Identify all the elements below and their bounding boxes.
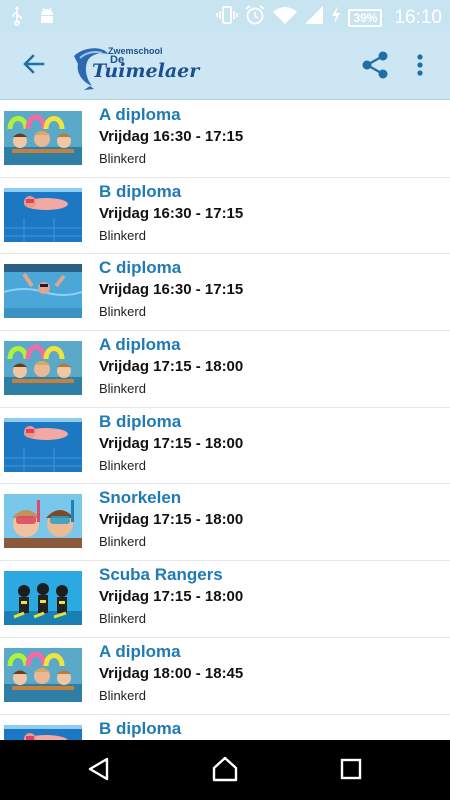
lesson-location: Blinkerd bbox=[99, 381, 146, 397]
lesson-thumbnail bbox=[4, 724, 82, 740]
more-vert-icon bbox=[416, 53, 424, 82]
lesson-location: Blinkerd bbox=[99, 687, 146, 703]
charging-icon bbox=[330, 5, 342, 30]
lesson-title: Snorkelen bbox=[99, 488, 182, 508]
nav-recents-button[interactable] bbox=[336, 756, 366, 786]
usb-icon bbox=[10, 6, 24, 31]
lesson-row[interactable]: B diploma Vrijdag 17:15 - 18:00 Blinkerd bbox=[0, 408, 450, 485]
lesson-title: B diploma bbox=[99, 718, 182, 738]
lesson-row[interactable]: A diploma Vrijdag 17:15 - 18:00 Blinkerd bbox=[0, 331, 450, 408]
logo-name: Tuimelaer bbox=[92, 60, 200, 82]
share-button[interactable] bbox=[356, 48, 394, 86]
lesson-thumbnail bbox=[4, 187, 82, 242]
school-logo: Zwemschool De Tuimelaer bbox=[70, 42, 199, 92]
arrow-left-icon bbox=[22, 52, 46, 81]
lesson-location: Blinkerd bbox=[99, 611, 146, 627]
app-bar: Zwemschool De Tuimelaer bbox=[0, 32, 450, 100]
lesson-thumbnail bbox=[4, 494, 82, 549]
status-time: 16:10 bbox=[394, 6, 442, 28]
recents-icon bbox=[339, 757, 363, 786]
lesson-time: Vrijdag 16:30 - 17:15 bbox=[99, 281, 244, 299]
back-triangle-icon bbox=[86, 756, 112, 787]
lesson-title: A diploma bbox=[99, 641, 181, 661]
lesson-row[interactable]: A diploma Vrijdag 16:30 - 17:15 Blinkerd bbox=[0, 101, 450, 178]
vibrate-icon bbox=[216, 5, 239, 30]
home-icon bbox=[211, 756, 239, 787]
back-button[interactable] bbox=[14, 48, 54, 84]
lesson-time: Vrijdag 17:15 - 18:00 bbox=[99, 511, 244, 529]
nav-back-button[interactable] bbox=[84, 756, 114, 786]
android-icon bbox=[38, 6, 56, 31]
lesson-time: Vrijdag 17:15 - 18:00 bbox=[99, 358, 244, 376]
lesson-location: Blinkerd bbox=[99, 227, 146, 243]
lesson-row[interactable]: B diploma bbox=[0, 715, 450, 740]
lesson-row[interactable]: Snorkelen Vrijdag 17:15 - 18:00 Blinkerd bbox=[0, 484, 450, 562]
lesson-location: Blinkerd bbox=[99, 151, 146, 166]
lesson-title: B diploma bbox=[99, 181, 182, 201]
share-icon bbox=[360, 50, 390, 85]
lesson-thumbnail bbox=[4, 571, 82, 626]
lesson-list[interactable]: A diploma Vrijdag 16:30 - 17:15 Blinkerd B … bbox=[0, 101, 450, 740]
lesson-row[interactable]: B diploma Vrijdag 16:30 - 17:15 Blinkerd bbox=[0, 178, 450, 255]
lesson-time: Vrijdag 16:30 - 17:15 bbox=[99, 128, 244, 145]
lesson-thumbnail bbox=[4, 647, 82, 702]
lesson-thumbnail bbox=[4, 417, 82, 472]
lesson-title: A diploma bbox=[99, 335, 181, 355]
lesson-time: Vrijdag 16:30 - 17:15 bbox=[99, 204, 244, 222]
lesson-thumbnail bbox=[4, 264, 82, 319]
lesson-thumbnail bbox=[4, 341, 82, 396]
navigation-bar bbox=[0, 740, 450, 800]
lesson-title: C diploma bbox=[99, 258, 182, 278]
lesson-title: B diploma bbox=[99, 411, 182, 431]
lesson-row[interactable]: C diploma Vrijdag 16:30 - 17:15 Blinkerd bbox=[0, 254, 450, 332]
more-options-button[interactable] bbox=[408, 48, 432, 86]
lesson-location: Blinkerd bbox=[99, 534, 146, 550]
lesson-location: Blinkerd bbox=[99, 304, 146, 320]
lesson-time: Vrijdag 17:15 - 18:00 bbox=[99, 434, 244, 452]
lesson-title: A diploma bbox=[99, 105, 181, 124]
signal-icon bbox=[304, 5, 324, 30]
lesson-location: Blinkerd bbox=[99, 457, 146, 473]
lesson-time: Vrijdag 18:00 - 18:45 bbox=[99, 664, 244, 682]
nav-home-button[interactable] bbox=[210, 756, 240, 786]
alarm-icon bbox=[244, 4, 266, 31]
lesson-title: Scuba Rangers bbox=[99, 565, 223, 585]
status-bar: 39% 16:10 bbox=[0, 0, 450, 32]
lesson-row[interactable]: Scuba Rangers Vrijdag 17:15 - 18:00 Blinke… bbox=[0, 561, 450, 638]
wifi-icon bbox=[272, 5, 298, 30]
lesson-thumbnail bbox=[4, 111, 82, 165]
lesson-time: Vrijdag 17:15 - 18:00 bbox=[99, 588, 244, 606]
battery-indicator: 39% bbox=[348, 8, 383, 27]
lesson-row[interactable]: A diploma Vrijdag 18:00 - 18:45 Blinkerd bbox=[0, 638, 450, 715]
